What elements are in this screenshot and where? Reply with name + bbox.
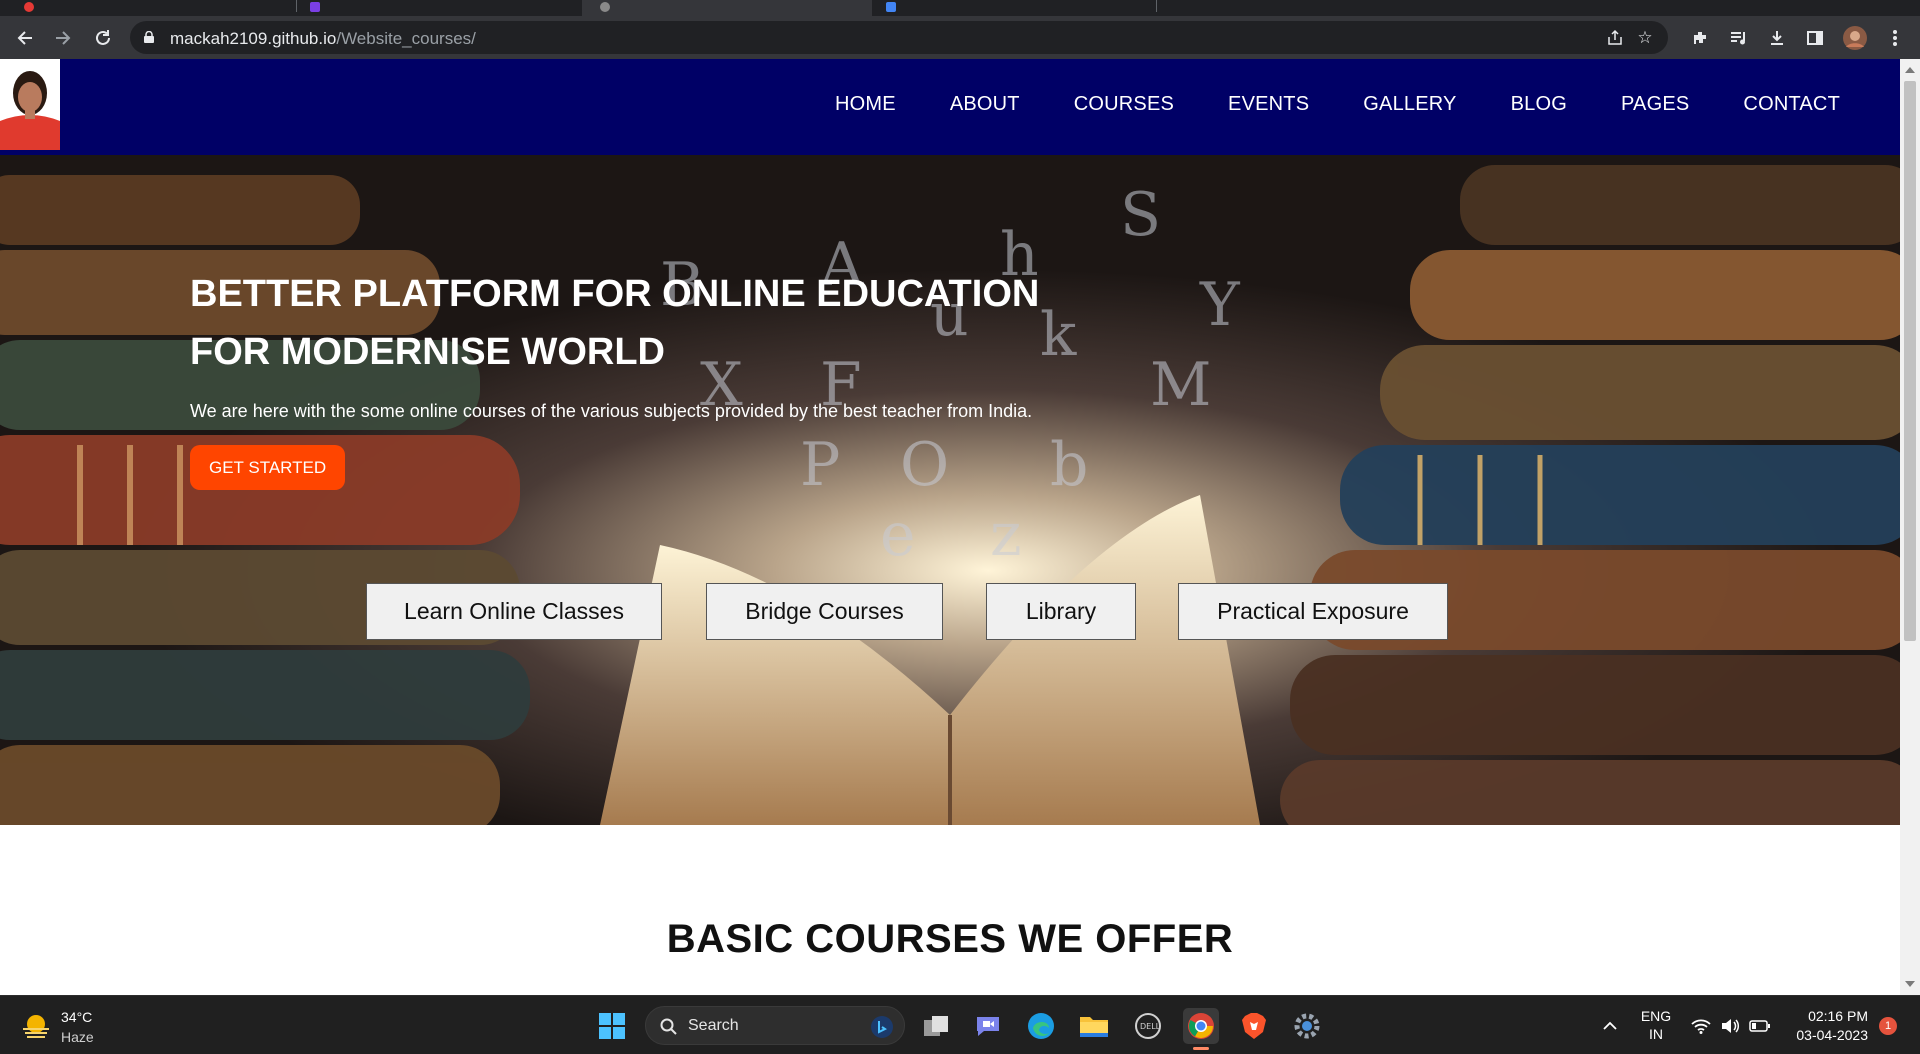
profile-avatar[interactable] — [1842, 25, 1868, 51]
nav-home[interactable]: HOME — [835, 93, 896, 116]
svg-text:O: O — [900, 430, 949, 500]
clock-date: 03-04-2023 — [1796, 1027, 1868, 1043]
task-view-icon[interactable] — [918, 1008, 954, 1044]
courses-section-title: BASIC COURSES WE OFFER — [666, 917, 1234, 961]
reload-icon[interactable] — [90, 25, 116, 51]
tab-4[interactable] — [874, 0, 1154, 16]
tab-1[interactable] — [0, 0, 290, 16]
tab-separator — [296, 0, 297, 12]
page-scrollbar[interactable] — [1900, 59, 1920, 995]
site-logo-avatar[interactable] — [0, 59, 60, 150]
weather-haze-icon[interactable] — [18, 1008, 54, 1044]
scroll-down-arrow-icon[interactable] — [1905, 981, 1915, 987]
youtube-icon — [24, 2, 34, 12]
learn-online-classes-button[interactable]: Learn Online Classes — [366, 583, 662, 640]
extensions-icon[interactable] — [1687, 25, 1713, 51]
hero-subtitle: We are here with the some online courses… — [190, 401, 1033, 421]
browser-toolbar: mackah2109.github.io/Website_courses/ ☆ — [0, 16, 1920, 59]
menu-icon[interactable] — [1882, 25, 1908, 51]
nav-courses[interactable]: COURSES — [1074, 93, 1174, 116]
lock-icon[interactable] — [144, 31, 154, 43]
scroll-up-arrow-icon[interactable] — [1905, 67, 1915, 73]
site-navbar: HOME ABOUT COURSES EVENTS GALLERY BLOG P… — [0, 59, 1900, 155]
url-host: mackah2109.github.io — [170, 29, 337, 48]
system-clock[interactable]: 02:16 PM 03-04-2023 — [1796, 1007, 1868, 1045]
file-explorer-icon[interactable] — [1076, 1008, 1112, 1044]
library-button[interactable]: Library — [986, 583, 1136, 640]
url-text[interactable]: mackah2109.github.io/Website_courses/ — [170, 29, 476, 49]
svg-text:z: z — [990, 500, 1022, 570]
svg-text:P: P — [800, 430, 840, 500]
share-icon[interactable] — [1604, 27, 1626, 49]
notification-badge[interactable]: 1 — [1879, 1017, 1897, 1035]
scroll-thumb[interactable] — [1904, 81, 1916, 641]
input-language-indicator[interactable]: ENG IN — [1640, 1007, 1672, 1043]
language-code: ENG — [1640, 1008, 1672, 1024]
hero-section: BAh Suk MFO Pbe XYz BETTER PLATFORM FOR … — [0, 155, 1900, 825]
weather-description[interactable]: Haze — [61, 1029, 94, 1045]
clock-time: 02:16 PM — [1808, 1008, 1868, 1024]
get-started-button[interactable]: GET STARTED — [190, 445, 346, 490]
nav-blog[interactable]: BLOG — [1511, 93, 1567, 116]
svg-text:DELL: DELL — [1140, 1022, 1161, 1031]
windows-start-icon[interactable] — [594, 1008, 630, 1044]
page-viewport: HOME ABOUT COURSES EVENTS GALLERY BLOG P… — [0, 59, 1900, 995]
tab-2[interactable] — [300, 0, 580, 16]
active-app-indicator — [1193, 1047, 1209, 1050]
search-label: Search — [688, 1017, 739, 1034]
tab-active[interactable] — [582, 0, 872, 16]
teams-chat-icon[interactable] — [970, 1008, 1006, 1044]
practical-exposure-button[interactable]: Practical Exposure — [1178, 583, 1448, 640]
hero-background-image: BAh Su k MFO Pbe XYz — [0, 155, 1900, 825]
bridge-courses-button[interactable]: Bridge Courses — [706, 583, 943, 640]
forward-icon[interactable] — [50, 25, 76, 51]
hero-title: BETTER PLATFORM FOR ONLINE EDUCATION FOR… — [190, 265, 1190, 381]
edge-browser-icon[interactable] — [1023, 1008, 1059, 1044]
bing-icon[interactable] — [870, 1015, 894, 1039]
url-path: /Website_courses/ — [336, 29, 476, 48]
chrome-browser-icon[interactable] — [1183, 1008, 1219, 1050]
main-menu: HOME ABOUT COURSES EVENTS GALLERY BLOG P… — [835, 93, 1840, 116]
downloads-icon[interactable] — [1764, 25, 1790, 51]
address-bar[interactable]: mackah2109.github.io/Website_courses/ ☆ — [130, 21, 1668, 54]
hero-title-line-1: BETTER PLATFORM FOR ONLINE EDUCATION — [190, 273, 1040, 315]
weather-temperature[interactable]: 34°C — [61, 1009, 92, 1025]
side-panel-icon[interactable] — [1802, 25, 1828, 51]
github-icon — [600, 2, 610, 12]
nav-gallery[interactable]: GALLERY — [1363, 93, 1456, 116]
windows-taskbar: 34°C Haze Search DELL ENG IN 02:16 PM 03… — [0, 995, 1920, 1054]
brave-browser-icon[interactable] — [1236, 1008, 1272, 1044]
settings-gear-icon[interactable] — [1289, 1008, 1325, 1044]
dell-app-icon[interactable]: DELL — [1130, 1008, 1166, 1044]
svg-text:S: S — [1120, 180, 1161, 250]
bookmark-star-icon[interactable]: ☆ — [1634, 27, 1656, 49]
svg-text:b: b — [1050, 430, 1088, 500]
taskbar-search-box[interactable]: Search — [645, 1006, 905, 1045]
tab-separator — [1156, 0, 1157, 12]
tab-strip — [0, 0, 1920, 16]
nav-contact[interactable]: CONTACT — [1743, 93, 1840, 116]
hero-title-line-2: FOR MODERNISE WORLD — [190, 331, 665, 373]
nav-events[interactable]: EVENTS — [1228, 93, 1309, 116]
nav-about[interactable]: ABOUT — [950, 93, 1020, 116]
site-favicon-icon — [310, 2, 320, 12]
svg-text:Y: Y — [1199, 270, 1241, 340]
show-hidden-icons-chevron-icon[interactable] — [1592, 1008, 1628, 1044]
search-icon — [660, 1018, 677, 1035]
battery-icon[interactable] — [1742, 1008, 1778, 1044]
back-icon[interactable] — [12, 25, 38, 51]
svg-text:e: e — [880, 500, 916, 570]
media-icon[interactable] — [1726, 25, 1752, 51]
site-favicon-icon — [886, 2, 896, 12]
region-code: IN — [1649, 1026, 1663, 1042]
nav-pages[interactable]: PAGES — [1621, 93, 1689, 116]
